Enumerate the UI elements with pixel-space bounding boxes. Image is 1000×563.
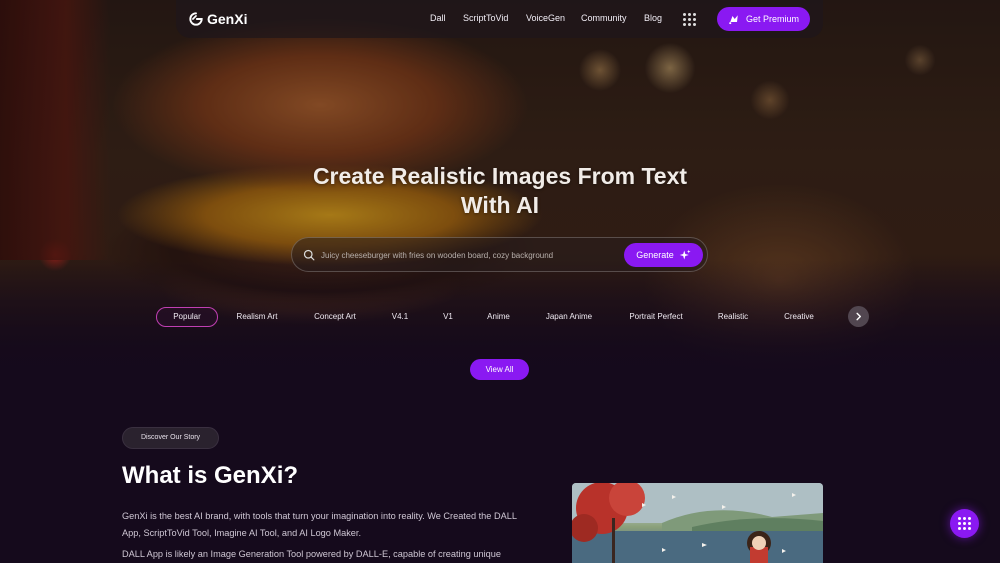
anime-scene-illustration bbox=[572, 483, 823, 563]
about-paragraph-1: GenXi is the best AI brand, with tools t… bbox=[122, 511, 517, 538]
menu-dots-icon bbox=[958, 517, 971, 530]
about-paragraph-2: DALL App is likely an Image Generation T… bbox=[122, 549, 501, 559]
tab-realistic[interactable]: Realistic bbox=[710, 307, 756, 327]
genxi-logo-icon bbox=[189, 12, 203, 26]
hero-headline-line1: Create Realistic Images From Text bbox=[312, 163, 688, 189]
nav-link-scripttovid[interactable]: ScriptToVid bbox=[463, 13, 508, 23]
tab-anime[interactable]: Anime bbox=[478, 307, 519, 327]
hero-headline-line2: With AI bbox=[460, 192, 540, 218]
grid-dots-icon[interactable] bbox=[683, 13, 696, 26]
hero-headline: Create Realistic Images From Text With A… bbox=[300, 162, 700, 220]
tab-v1[interactable]: V1 bbox=[436, 307, 460, 327]
tab-japan-anime[interactable]: Japan Anime bbox=[536, 307, 602, 327]
generate-label: Generate bbox=[636, 250, 674, 260]
view-all-button[interactable]: View All bbox=[470, 359, 529, 380]
nav-link-dall[interactable]: Dall bbox=[430, 13, 446, 23]
tab-creative[interactable]: Creative bbox=[776, 307, 822, 327]
generate-button[interactable]: Generate bbox=[624, 243, 703, 267]
get-premium-button[interactable]: Get Premium bbox=[717, 7, 810, 31]
tab-portrait-perfect[interactable]: Portrait Perfect bbox=[618, 307, 694, 327]
section-title: What is GenXi? bbox=[122, 462, 299, 489]
prompt-search-bar: Generate bbox=[291, 237, 708, 272]
tab-concept-art[interactable]: Concept Art bbox=[304, 307, 366, 327]
prompt-input[interactable] bbox=[321, 247, 621, 263]
floating-menu-button[interactable] bbox=[950, 509, 979, 538]
tab-realism-art[interactable]: Realism Art bbox=[225, 307, 289, 327]
brand-logo[interactable]: GenXi bbox=[189, 11, 247, 27]
brand-name: GenXi bbox=[207, 11, 248, 27]
sparkle-icon bbox=[679, 249, 691, 260]
nav-link-community[interactable]: Community bbox=[581, 13, 627, 23]
tab-popular[interactable]: Popular bbox=[156, 307, 218, 327]
anime-preview-image bbox=[572, 483, 823, 563]
chevron-right-icon bbox=[856, 312, 862, 321]
premium-label: Get Premium bbox=[745, 14, 799, 24]
tab-v4-1[interactable]: V4.1 bbox=[383, 307, 417, 327]
search-icon bbox=[303, 249, 315, 261]
top-navbar: GenXi Dall ScriptToVid VoiceGen Communit… bbox=[176, 0, 823, 38]
nav-link-blog[interactable]: Blog bbox=[644, 13, 662, 23]
crown-rocket-icon bbox=[729, 15, 738, 25]
discover-story-pill[interactable]: Discover Our Story bbox=[122, 427, 219, 449]
nav-link-voicegen[interactable]: VoiceGen bbox=[526, 13, 565, 23]
categories-next-button[interactable] bbox=[848, 306, 869, 327]
